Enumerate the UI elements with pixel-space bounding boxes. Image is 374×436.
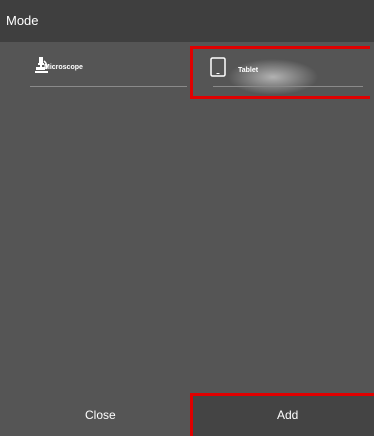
add-button-label: Add <box>277 408 299 422</box>
panel-footer: Close Add <box>0 393 374 436</box>
panel-title: Mode <box>6 13 39 28</box>
add-button[interactable]: Add <box>190 393 374 436</box>
panel-header: Mode <box>0 0 374 42</box>
mode-divider <box>213 86 363 87</box>
mode-option-tablet[interactable]: Tablet <box>190 46 370 99</box>
close-button[interactable]: Close <box>0 393 190 436</box>
mode-panel: Mode Microscope Tablet Close Add <box>0 0 374 436</box>
mode-label-tablet: Tablet <box>238 67 259 74</box>
mode-label-microscope: Microscope <box>44 64 83 71</box>
close-button-label: Close <box>85 408 116 422</box>
tablet-icon <box>210 57 226 77</box>
mode-options: Microscope Tablet <box>0 42 374 100</box>
mode-option-microscope[interactable]: Microscope <box>22 42 187 100</box>
mode-divider <box>30 86 187 87</box>
